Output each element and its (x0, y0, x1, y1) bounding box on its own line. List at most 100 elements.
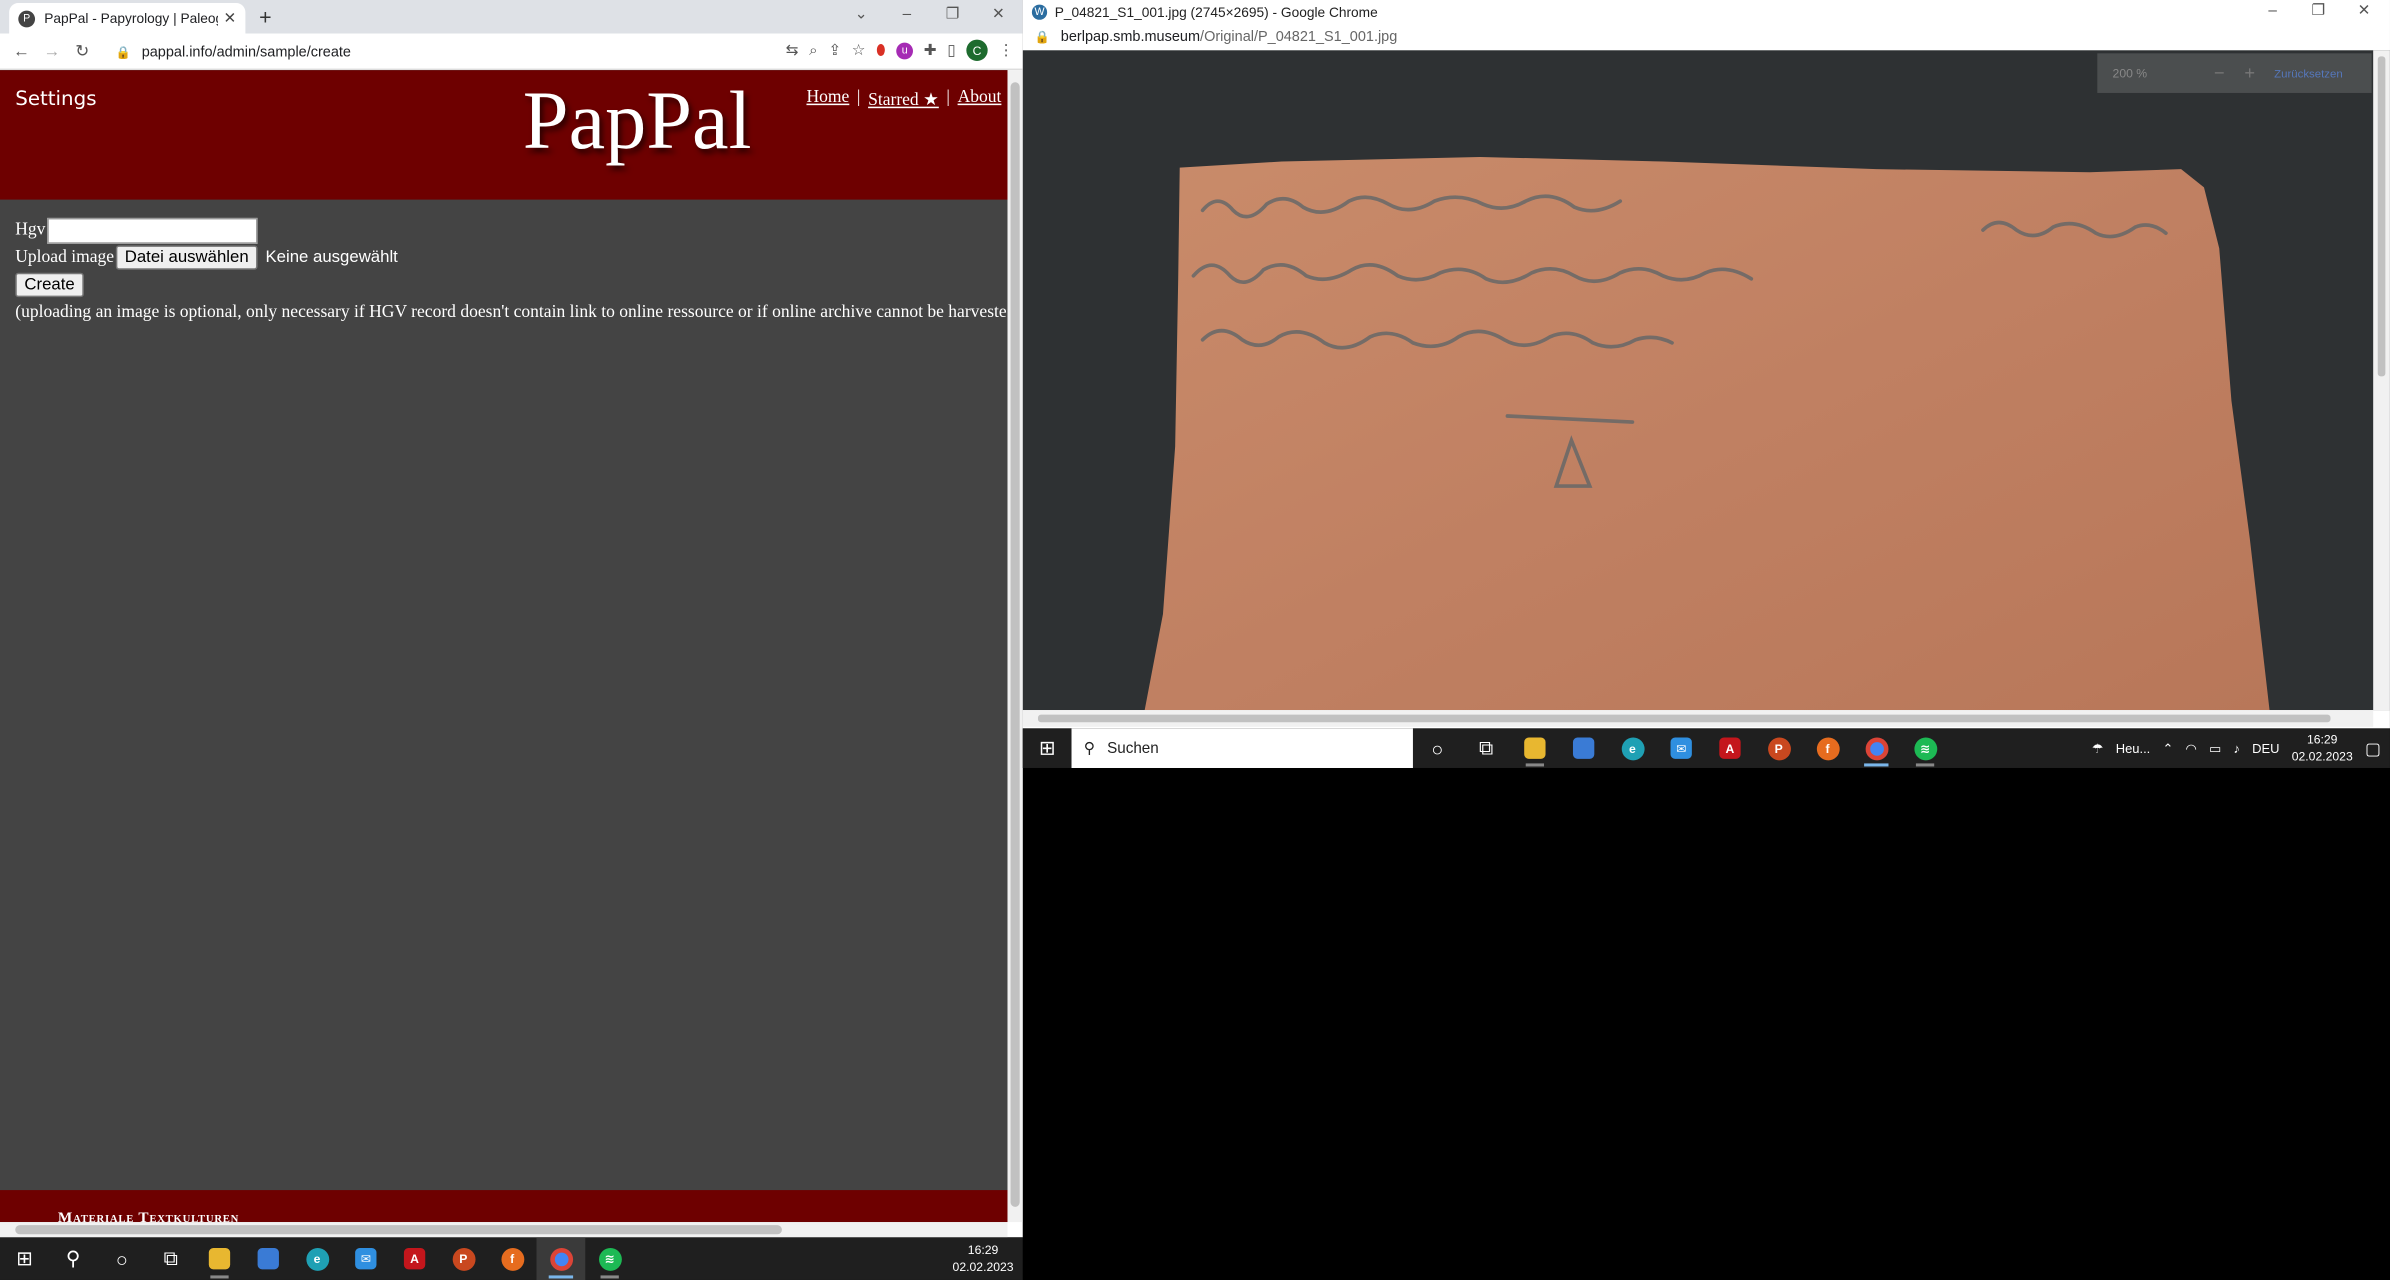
upload-image-label: Upload image (15, 248, 115, 267)
taskbar-search-box[interactable]: ⚲ Suchen (1071, 728, 1413, 768)
cortana-circle-icon[interactable]: ○ (1413, 728, 1462, 768)
right-image-window: W P_04821_S1_001.jpg (2745×2695) - Googl… (1022, 0, 2390, 729)
firefox-icon[interactable]: f (1803, 728, 1852, 768)
chrome-icon[interactable] (536, 1237, 586, 1280)
network-icon[interactable]: ◠ (2186, 740, 2197, 757)
file-explorer-icon[interactable] (195, 1237, 244, 1280)
image-vertical-scrollbar[interactable] (2373, 50, 2390, 711)
search-icon: ⚲ (1083, 739, 1095, 757)
nav-home-link[interactable]: Home (806, 88, 849, 109)
papyrus-ostracon-image (1144, 156, 2270, 711)
profile-avatar[interactable]: C (966, 39, 988, 61)
file-explorer-icon[interactable] (1510, 728, 1559, 768)
new-tab-icon[interactable]: + (259, 5, 271, 29)
language-indicator[interactable]: DEU (2252, 741, 2279, 756)
weather-text[interactable]: Heu... (2116, 741, 2151, 756)
pappal-logo: PapPal (522, 74, 752, 167)
spotify-icon[interactable]: ≋ (585, 1237, 634, 1280)
zoom-icon[interactable]: ⌕ (809, 42, 818, 59)
inner-clock[interactable]: 16:29 02.02.2023 (2292, 731, 2353, 765)
store-icon[interactable] (244, 1237, 293, 1280)
acrobat-icon[interactable]: A (390, 1237, 439, 1280)
image-url-path: /Original/P_04821_S1_001.jpg (1200, 28, 1398, 46)
nav-starred-link[interactable]: Starred ★ (868, 88, 939, 109)
tab-search-icon[interactable]: ⌄ (838, 3, 884, 27)
edge-icon[interactable]: e (293, 1237, 342, 1280)
start-windows-icon[interactable]: ⊞ (0, 1237, 49, 1280)
extension-red-icon[interactable]: ⬮ (876, 42, 886, 59)
image-window-title: P_04821_S1_001.jpg (2745×2695) - Google … (1054, 4, 1378, 20)
minimize-icon[interactable]: – (884, 3, 930, 27)
hgv-input[interactable] (46, 217, 258, 244)
minimize-icon[interactable]: – (2250, 0, 2296, 24)
tab-strip: P PapPal - Papyrology | Paleograph ✕ + ⌄… (0, 0, 1023, 34)
start-windows-icon[interactable]: ⊞ (1023, 728, 1072, 768)
window-controls: ⌄ – ❐ ✕ (838, 3, 1021, 27)
bookmark-star-icon[interactable]: ☆ (852, 42, 866, 59)
store-icon[interactable] (1559, 728, 1608, 768)
main-clock[interactable]: 16:29 02.02.2023 (953, 1242, 1014, 1276)
menu-kebab-icon[interactable]: ⋮ (998, 42, 1013, 59)
image-address-bar[interactable]: 🔒 berlpap.smb.museum/Original/P_04821_S1… (1022, 24, 2390, 66)
restore-icon[interactable]: ❐ (2295, 0, 2341, 24)
reload-icon[interactable]: ↻ (67, 41, 97, 61)
volume-icon[interactable]: ♪ (2233, 741, 2239, 756)
spotify-icon[interactable]: ≋ (1901, 728, 1950, 768)
weather-icon[interactable]: ☂ (2092, 740, 2104, 757)
taskbar-search-label: Suchen (1107, 739, 1159, 757)
browser-toolbar: ← → ↻ 🔒 pappal.info/admin/sample/create … (0, 33, 1023, 71)
forward-icon[interactable]: → (37, 42, 67, 60)
translate-icon[interactable]: ⇆ (786, 42, 799, 59)
zoom-in-button[interactable]: + (2234, 62, 2264, 83)
image-horizontal-scrollbar[interactable] (1022, 710, 2374, 727)
powerpoint-icon[interactable]: P (439, 1237, 488, 1280)
url-text: pappal.info/admin/sample/create (141, 43, 351, 61)
cortana-circle-icon[interactable]: ○ (98, 1237, 147, 1280)
page-horizontal-scrollbar[interactable] (0, 1222, 1008, 1238)
extensions-puzzle-icon[interactable]: ✚ (924, 42, 937, 59)
extension-purple-icon[interactable]: u (896, 41, 914, 59)
mail-icon[interactable]: ✉ (1657, 728, 1706, 768)
nav-separator: | (856, 88, 861, 107)
tab-pappal[interactable]: P PapPal - Papyrology | Paleograph ✕ (9, 3, 246, 34)
edge-icon[interactable]: e (1608, 728, 1657, 768)
mail-icon[interactable]: ✉ (341, 1237, 390, 1280)
viewer-zoom-controls: 200 % − + Zurücksetzen (2097, 53, 2372, 93)
image-url-host: berlpap.smb.museum (1060, 28, 1201, 46)
search-icon[interactable]: ⚲ (49, 1237, 98, 1280)
file-status-text: Keine ausgewählt (265, 248, 398, 267)
task-view-icon[interactable]: ⧉ (146, 1237, 195, 1280)
tray-chevron-icon[interactable]: ⌃ (2162, 740, 2173, 757)
second-taskbar: ⊞ ⚲ Suchen ○ ⧉ e ✉ A P f ≋ ☂ Heu... ⌃ ◠ … (1022, 728, 2390, 768)
upload-note: (uploading an image is optional, only ne… (15, 303, 1007, 322)
share-icon[interactable]: ⇪ (828, 42, 841, 59)
hgv-label: Hgv (15, 220, 46, 240)
choose-file-button[interactable]: Datei auswählen (115, 245, 258, 270)
image-viewer[interactable]: 200 % − + Zurücksetzen (1022, 50, 2390, 711)
back-icon[interactable]: ← (6, 42, 36, 60)
pappal-favicon-icon: P (18, 9, 36, 27)
task-view-icon[interactable]: ⧉ (1462, 728, 1511, 768)
nav-separator: | (946, 88, 950, 107)
tab-title: PapPal - Papyrology | Paleograph (44, 10, 217, 26)
acrobat-icon[interactable]: A (1706, 728, 1755, 768)
nav-about-link[interactable]: About (958, 88, 1002, 109)
settings-link[interactable]: Settings (15, 88, 96, 111)
firefox-icon[interactable]: f (488, 1237, 537, 1280)
powerpoint-icon[interactable]: P (1754, 728, 1803, 768)
close-window-icon[interactable]: ✕ (975, 3, 1021, 27)
notifications-icon[interactable]: ▢ (2365, 738, 2381, 758)
zoom-out-button[interactable]: − (2204, 62, 2234, 83)
lock-icon: 🔒 (1034, 30, 1051, 45)
create-sample-form: Hgv Upload image Datei auswählen Keine a… (15, 216, 1007, 322)
battery-icon[interactable]: ▭ (2209, 740, 2221, 757)
restore-icon[interactable]: ❐ (930, 3, 976, 27)
tab-close-icon[interactable]: ✕ (223, 10, 236, 27)
create-button[interactable]: Create (15, 272, 84, 298)
side-panel-icon[interactable]: ▯ (947, 42, 955, 59)
close-window-icon[interactable]: ✕ (2341, 0, 2387, 24)
chrome-icon[interactable] (1852, 728, 1901, 768)
site-footer: Materiale Textkulturen (0, 1190, 1008, 1223)
zoom-reset-link[interactable]: Zurücksetzen (2274, 66, 2343, 80)
page-vertical-scrollbar[interactable] (1007, 70, 1023, 1223)
